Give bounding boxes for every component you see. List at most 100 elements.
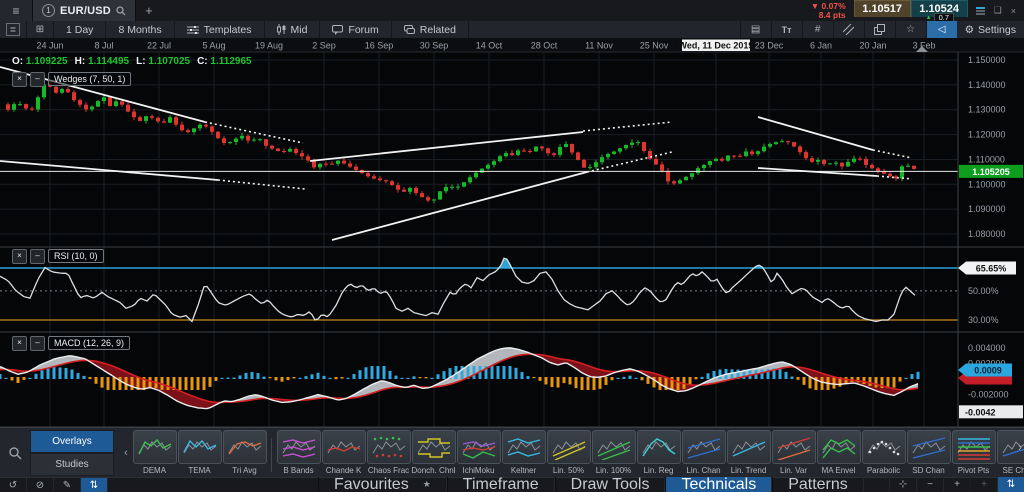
indicator-tile-lin-chan[interactable]: Lin. Chan — [681, 430, 726, 475]
ohlc-high-value: 1.114495 — [88, 56, 129, 67]
pointer-tool-icon[interactable]: ◁ — [926, 21, 957, 38]
tab-overlays[interactable]: Overlays — [30, 430, 114, 453]
indicator-tile-tema[interactable]: TEMA — [177, 430, 222, 475]
rsi-label[interactable]: RSI (10, 0) — [48, 249, 104, 263]
macd-label[interactable]: MACD (12, 26, 9) — [48, 336, 130, 350]
search-icon — [9, 447, 22, 460]
indicator-tile-lin-var[interactable]: Lin. Var — [771, 430, 816, 475]
indicator-tile-donch-chnl[interactable]: Donch. Chnl — [411, 430, 456, 475]
x-axis-date-label: 20 Jan — [859, 41, 886, 51]
indicator-tile-keltner[interactable]: Keltner — [501, 430, 546, 475]
bottom-tab-label: Draw Tools — [571, 476, 650, 492]
indicator-tile-dema[interactable]: DEMA — [132, 430, 177, 475]
indicator-tile-lin-reg[interactable]: Lin. Reg — [636, 430, 681, 475]
price-type-button[interactable]: Mid — [265, 21, 321, 38]
remove-rsi-icon[interactable]: × — [12, 249, 27, 264]
indicator-tile-lin-trend[interactable]: Lin. Trend — [726, 430, 771, 475]
remove-overlay-icon[interactable]: × — [12, 72, 27, 87]
pencil-icon[interactable]: ✎ — [54, 478, 81, 492]
candle-body — [600, 157, 604, 162]
zoom-in-icon[interactable]: + — [943, 477, 970, 492]
indicator-tile-sd-chan[interactable]: SD Chan — [906, 430, 951, 475]
candle-body — [552, 153, 556, 155]
bottom-tab-timeframe[interactable]: Timeframe — [447, 477, 555, 492]
layout-grid-icon[interactable]: ⊞ — [27, 21, 54, 38]
disable-tools-icon[interactable]: ⊘ — [27, 478, 54, 492]
indicator-tile-chande-k[interactable]: Chande K — [321, 430, 366, 475]
indicator-preview-icon — [416, 434, 452, 460]
bottom-tab-technicals[interactable]: Technicals — [665, 477, 772, 492]
related-button[interactable]: Related — [392, 21, 469, 38]
window-close-icon[interactable]: × — [1011, 6, 1016, 16]
indicator-tile-b-bands[interactable]: B Bands — [276, 430, 321, 475]
candle-body — [60, 89, 64, 93]
draw-hatch-icon[interactable] — [833, 21, 864, 38]
remove-macd-icon[interactable]: × — [12, 336, 27, 351]
macd-histogram-bar — [233, 378, 236, 379]
indicator-tile-parabolic[interactable]: Parabolic — [861, 430, 906, 475]
macd-histogram-bar — [701, 377, 704, 379]
indicator-tile-tri-avg[interactable]: Tri Avg — [222, 430, 267, 475]
macd-histogram-bar — [539, 377, 542, 381]
carousel-prev-icon[interactable]: ‹ — [120, 447, 132, 459]
panel-toggle-icon[interactable]: ⇅ — [81, 478, 108, 492]
x-axis-date-label: 25 Nov — [640, 41, 669, 51]
ohlc-readout: O: 1.109225 H: 1.114495 L: 1.107025 C: 1… — [12, 56, 252, 67]
range-button[interactable]: 8 Months — [106, 21, 174, 38]
minimize-rsi-icon[interactable]: – — [30, 249, 45, 264]
indicator-preview-icon — [281, 434, 317, 460]
add-tab-button[interactable]: + — [136, 0, 162, 21]
indicator-tile-ma-envel[interactable]: MA Envel — [816, 430, 861, 475]
bottom-tab-favourites[interactable]: Favourites★ — [318, 477, 447, 492]
bottom-tab-draw-tools[interactable]: Draw Tools — [555, 477, 666, 492]
indicator-tile-label: Lin. 100% — [596, 466, 632, 475]
carousel-next-icon[interactable]: › — [1018, 440, 1022, 454]
order-ticket-icon[interactable]: ≣ — [0, 21, 27, 38]
window-menu-icon[interactable] — [976, 6, 985, 16]
align-annotations-icon[interactable]: ▤ — [740, 21, 771, 38]
candle-body — [174, 117, 178, 124]
minimize-macd-icon[interactable]: – — [30, 336, 45, 351]
macd-histogram-bar — [71, 370, 74, 379]
instrument-tab[interactable]: 1 EUR/USD — [33, 0, 136, 21]
auto-scale-icon[interactable]: ☆ — [895, 21, 926, 38]
window-restore-icon[interactable]: ❏ — [994, 5, 1002, 16]
hamburger-menu-icon[interactable]: ≡ — [0, 0, 33, 21]
candle-body — [546, 148, 550, 153]
indicator-tile-lin-50-[interactable]: Lin. 50% — [546, 430, 591, 475]
indicator-tile-label: Lin. Var — [780, 466, 807, 475]
indicator-tile-lin-100-[interactable]: Lin. 100% — [591, 430, 636, 475]
minimize-overlay-icon[interactable]: – — [30, 72, 45, 87]
bottom-tab-patterns[interactable]: Patterns — [772, 477, 864, 492]
indicator-preview-icon — [956, 434, 992, 460]
candle-body — [426, 197, 430, 200]
templates-button[interactable]: Templates — [175, 21, 265, 38]
text-tool-icon[interactable]: Tᴛ — [771, 21, 802, 38]
period-button[interactable]: 1 Day — [54, 21, 106, 38]
grid-toggle-icon[interactable]: # — [802, 21, 833, 38]
indicator-tile-chaos-frac[interactable]: Chaos Frac — [366, 430, 411, 475]
settings-button[interactable]: ⚙Settings — [957, 21, 1024, 38]
x-axis-date-label: 28 Oct — [531, 41, 558, 51]
chart-canvas[interactable]: 24 Jun8 Jul22 Jul5 Aug19 Aug2 Sep16 Sep3… — [0, 0, 1024, 492]
pan-icon[interactable]: ⊹ — [889, 477, 916, 492]
instrument-symbol: EUR/USD — [60, 5, 111, 17]
macd-histogram-bar — [281, 377, 284, 382]
reset-chart-icon[interactable]: ↺ — [0, 478, 27, 492]
overlay-label[interactable]: Wedges (7, 50, 1) — [48, 72, 131, 86]
indicator-tile-ichimoku[interactable]: IchiMoku — [456, 430, 501, 475]
layers-icon[interactable] — [864, 21, 895, 38]
indicator-tile-pivot-pts[interactable]: Pivot Pts — [951, 430, 996, 475]
zoom-out-icon[interactable]: − — [916, 477, 943, 492]
tab-studies[interactable]: Studies — [30, 453, 114, 476]
search-icon[interactable] — [116, 6, 126, 16]
sell-price-button[interactable]: 1.10517 — [854, 0, 911, 17]
macd-histogram-bar — [395, 376, 398, 379]
macd-histogram-bar — [647, 377, 650, 384]
candle-body — [786, 141, 790, 142]
resize-panes-icon[interactable]: ⇅ — [997, 477, 1024, 492]
crosshair-icon[interactable]: + — [970, 477, 997, 492]
forum-button[interactable]: Forum — [320, 21, 391, 38]
candle-body — [858, 159, 862, 160]
indicator-search-button[interactable] — [0, 447, 30, 460]
